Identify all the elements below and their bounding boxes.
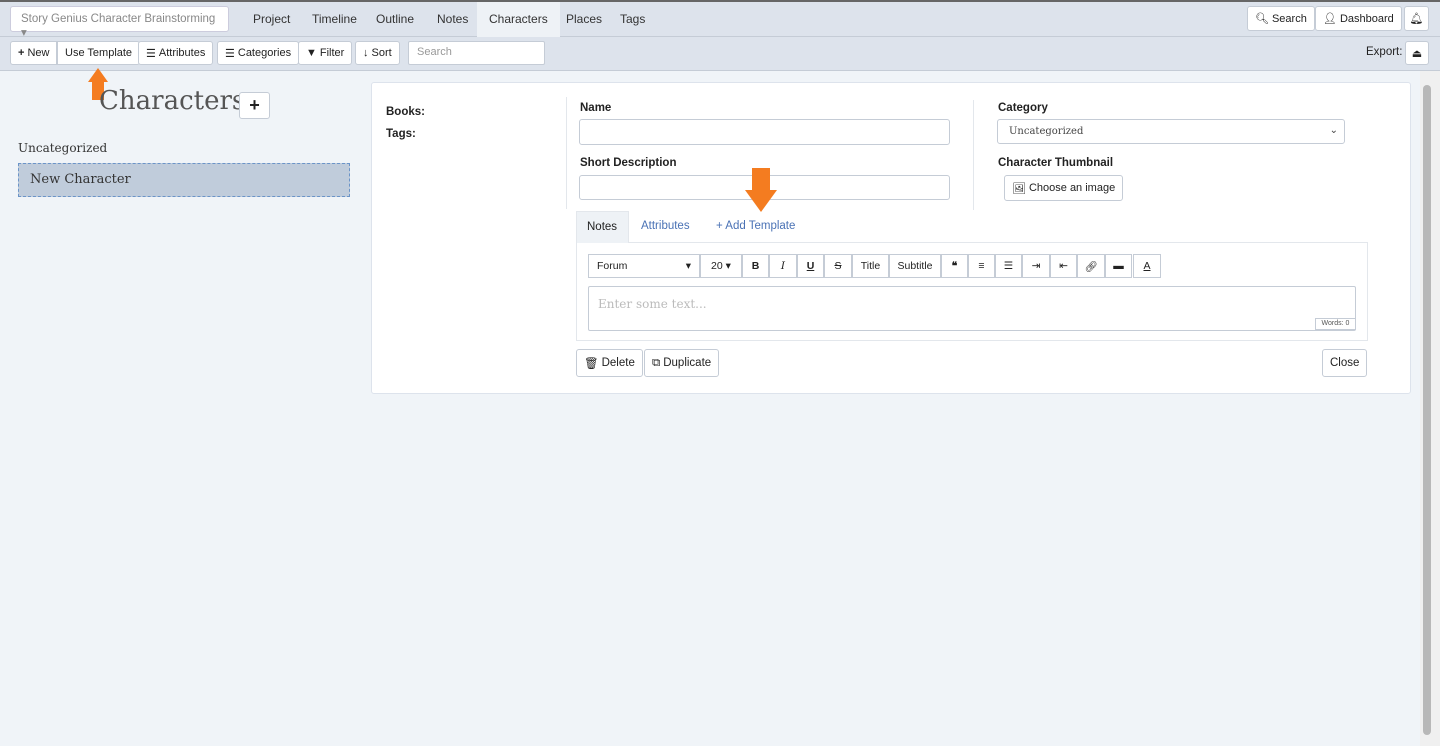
- underline-icon: U: [806, 260, 815, 272]
- search-button[interactable]: 🔍︎ Search: [1247, 6, 1315, 31]
- duplicate-button[interactable]: ⧉ Duplicate: [644, 349, 720, 377]
- export-icon: ⏏: [1411, 47, 1423, 60]
- page-title: Characters: [99, 86, 246, 116]
- notes-editor[interactable]: Enter some text...: [588, 286, 1356, 331]
- ordered-list-icon: ≡: [978, 260, 985, 272]
- nav-places[interactable]: Places: [554, 2, 614, 37]
- chevron-down-icon: ⌄: [1329, 125, 1338, 136]
- plus-icon: +: [249, 95, 260, 115]
- project-selector[interactable]: Story Genius Character Brainstorming ▾: [10, 6, 229, 39]
- tab-attributes[interactable]: Attributes: [641, 220, 690, 232]
- new-button[interactable]: + New: [10, 41, 58, 65]
- add-template-tab[interactable]: + Add Template: [716, 220, 795, 232]
- caret-down-icon: ▾: [685, 260, 691, 272]
- font-size-select[interactable]: 20 ▾: [700, 254, 742, 278]
- name-label: Name: [580, 102, 612, 114]
- title-button[interactable]: Title: [852, 254, 889, 278]
- notifications-button[interactable]: 🔔︎: [1404, 6, 1429, 31]
- scrollbar-thumb[interactable]: [1423, 85, 1431, 735]
- bullet-list-icon: ☰: [1003, 260, 1014, 272]
- top-nav-bar: Story Genius Character Brainstorming ▾ P…: [0, 0, 1440, 39]
- word-count: Words: 0: [1315, 318, 1356, 330]
- add-character-button[interactable]: +: [239, 92, 270, 119]
- nav-notes[interactable]: Notes: [425, 2, 480, 37]
- arrow-down-annotation: [745, 190, 777, 212]
- quote-button[interactable]: ❝: [941, 254, 968, 278]
- indent-icon: ⇥: [1031, 260, 1041, 272]
- text-color-icon: A: [1143, 260, 1151, 272]
- quote-icon: ❝: [951, 260, 958, 272]
- outdent-button[interactable]: ⇤: [1050, 254, 1077, 278]
- image-icon: 🖼︎: [1012, 182, 1026, 195]
- arrow-up-annotation: [88, 68, 108, 82]
- search-icon: 🔍︎: [1255, 13, 1269, 25]
- bold-button[interactable]: B: [742, 254, 769, 278]
- category-group-label: Uncategorized: [18, 141, 108, 155]
- short-description-label: Short Description: [580, 157, 677, 169]
- image-icon: ▬: [1113, 260, 1124, 272]
- trash-icon: 🗑︎: [584, 358, 599, 370]
- divider: [973, 100, 974, 210]
- nav-characters[interactable]: Characters: [477, 2, 560, 37]
- link-icon: 🔗︎: [1084, 260, 1098, 273]
- font-select[interactable]: Forum ▾: [588, 254, 700, 278]
- nav-tags[interactable]: Tags: [608, 2, 657, 37]
- tab-notes[interactable]: Notes: [576, 211, 629, 243]
- choose-image-button[interactable]: 🖼︎ Choose an image: [1004, 175, 1124, 201]
- export-label: Export:: [1366, 46, 1403, 58]
- character-list-item[interactable]: New Character: [18, 163, 350, 197]
- bell-icon: 🔔︎: [1409, 13, 1424, 25]
- italic-icon: I: [780, 260, 786, 272]
- underline-button[interactable]: U: [797, 254, 824, 278]
- strikethrough-button[interactable]: S: [824, 254, 852, 278]
- outdent-icon: ⇤: [1059, 260, 1068, 272]
- categories-button[interactable]: ☰ Categories: [217, 41, 300, 65]
- toolbar: + New Use Template ☰ Attributes ☰ Categorie…: [0, 37, 1440, 71]
- indent-button[interactable]: ⇥: [1022, 254, 1050, 278]
- search-input[interactable]: Search: [408, 41, 545, 65]
- link-button[interactable]: 🔗︎: [1077, 254, 1105, 278]
- tags-label: Tags:: [386, 128, 416, 140]
- nav-outline[interactable]: Outline: [364, 2, 426, 37]
- image-button[interactable]: ▬: [1105, 254, 1132, 278]
- italic-button[interactable]: I: [769, 254, 797, 278]
- arrow-down-annotation-shaft: [752, 168, 770, 191]
- delete-button[interactable]: 🗑︎ Delete: [576, 349, 643, 377]
- filter-button[interactable]: ▼ Filter: [298, 41, 353, 65]
- sort-icon: ↓: [363, 47, 369, 59]
- ordered-list-button[interactable]: ≡: [968, 254, 995, 278]
- user-icon: 👤︎: [1323, 13, 1337, 25]
- category-label: Category: [998, 102, 1048, 114]
- category-select[interactable]: Uncategorized ⌄: [997, 119, 1345, 144]
- close-button[interactable]: Close: [1322, 349, 1368, 377]
- name-input[interactable]: [579, 119, 950, 145]
- sort-button[interactable]: ↓ Sort: [355, 41, 400, 65]
- divider: [566, 97, 567, 209]
- copy-icon: ⧉: [652, 356, 661, 369]
- use-template-button[interactable]: Use Template: [57, 41, 141, 65]
- plus-icon: +: [18, 47, 25, 59]
- nav-timeline[interactable]: Timeline: [300, 2, 369, 37]
- export-button[interactable]: ⏏: [1405, 41, 1429, 65]
- books-label: Books:: [386, 106, 425, 118]
- bullet-list-button[interactable]: ☰: [995, 254, 1022, 278]
- nav-project[interactable]: Project: [241, 2, 302, 37]
- thumbnail-label: Character Thumbnail: [998, 157, 1114, 169]
- filter-icon: ▼: [306, 47, 317, 59]
- subtitle-button[interactable]: Subtitle: [889, 254, 941, 278]
- attributes-button[interactable]: ☰ Attributes: [138, 41, 214, 65]
- list-icon: ☰: [146, 47, 156, 60]
- caret-down-icon: ▾: [725, 260, 731, 272]
- strikethrough-icon: S: [834, 260, 842, 272]
- text-color-button[interactable]: A: [1133, 254, 1161, 278]
- dashboard-button[interactable]: 👤︎ Dashboard: [1315, 6, 1402, 31]
- bold-icon: B: [751, 260, 760, 272]
- list-icon: ☰: [225, 47, 235, 60]
